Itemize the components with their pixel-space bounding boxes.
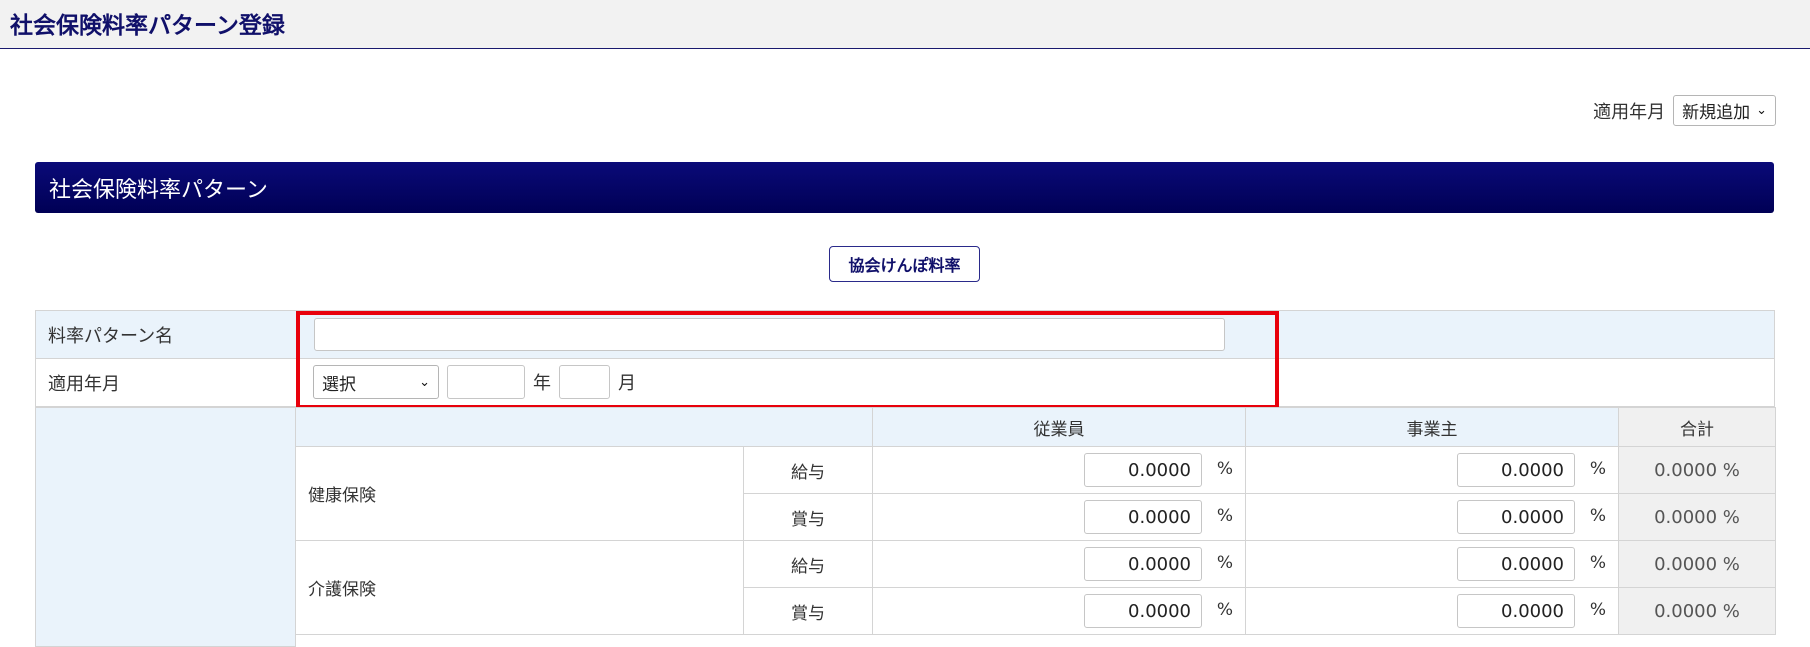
table-row: 介護保険 給与 0.0000 % 0.0000 % 0.0000 % <box>295 540 1776 635</box>
header-employer: 事業主 <box>1245 407 1619 447</box>
employer-rate-cell: 0.0000 % <box>1245 446 1619 494</box>
pattern-name-label: 料率パターン名 <box>48 325 174 347</box>
page-title: 社会保険料率パターン登録 <box>10 13 285 39</box>
total-rate: 0.0000 % <box>1618 493 1776 541</box>
employee-rate-cell: 0.0000 % <box>872 587 1246 635</box>
employee-rate-input[interactable]: 0.0000 <box>1084 453 1202 487</box>
header-total: 合計 <box>1618 407 1776 447</box>
rate-table: 従業員 事業主 合計 健康保険 給与 0.0000 % 0.0000 % 0.0… <box>295 407 1776 635</box>
employee-rate-input[interactable]: 0.0000 <box>1084 547 1202 581</box>
employee-rate-cell: 0.0000 % <box>872 493 1246 541</box>
rate-kind: 賞与 <box>743 493 873 541</box>
apply-month-dropdown-value: 新規追加 <box>1682 103 1751 123</box>
rate-kind: 給与 <box>743 540 873 588</box>
month-unit-label: 月 <box>618 373 636 394</box>
apply-month-selector-label: 適用年月 <box>1593 101 1666 123</box>
rate-kind: 給与 <box>743 446 873 494</box>
percent-sign: % <box>1589 553 1606 573</box>
pattern-name-row: 料率パターン名 <box>35 310 1775 359</box>
rate-table-area: 従業員 事業主 合計 健康保険 給与 0.0000 % 0.0000 % 0.0… <box>35 407 1776 647</box>
total-rate: 0.0000 % <box>1618 540 1776 588</box>
title-bar: 社会保険料率パターン登録 <box>0 0 1810 49</box>
employee-rate-input[interactable]: 0.0000 <box>1084 594 1202 628</box>
percent-sign: % <box>1216 600 1233 620</box>
section-header: 社会保険料率パターン <box>35 162 1774 213</box>
employer-rate-cell: 0.0000 % <box>1245 493 1619 541</box>
total-rate: 0.0000 % <box>1618 446 1776 494</box>
employer-rate-cell: 0.0000 % <box>1245 587 1619 635</box>
employee-rate-cell: 0.0000 % <box>872 446 1246 494</box>
insurance-name: 健康保険 <box>295 446 744 541</box>
employee-rate-cell: 0.0000 % <box>872 540 1246 588</box>
apply-month-dropdown[interactable]: 新規追加 ⌄ <box>1673 95 1776 126</box>
year-input[interactable] <box>447 365 525 399</box>
total-rate: 0.0000 % <box>1618 587 1776 635</box>
employer-rate-input[interactable]: 0.0000 <box>1457 547 1575 581</box>
era-select-value: 選択 <box>322 374 356 395</box>
rate-kind: 賞与 <box>743 587 873 635</box>
chevron-down-icon: ⌄ <box>419 374 430 390</box>
table-row: 健康保険 給与 0.0000 % 0.0000 % 0.0000 % <box>295 446 1776 541</box>
apply-month-row: 適用年月 選択 ⌄ 年 月 <box>35 358 1775 407</box>
employer-rate-input[interactable]: 0.0000 <box>1457 453 1575 487</box>
insurance-name: 介護保険 <box>295 540 744 635</box>
header-employee: 従業員 <box>872 407 1246 447</box>
percent-sign: % <box>1589 600 1606 620</box>
percent-sign: % <box>1216 459 1233 479</box>
percent-sign: % <box>1216 553 1233 573</box>
rate-table-label-cell <box>35 407 296 647</box>
employer-rate-cell: 0.0000 % <box>1245 540 1619 588</box>
employer-rate-input[interactable]: 0.0000 <box>1457 594 1575 628</box>
chevron-down-icon: ⌄ <box>1756 103 1767 118</box>
percent-sign: % <box>1589 506 1606 526</box>
pattern-name-input[interactable] <box>314 318 1225 351</box>
percent-sign: % <box>1216 506 1233 526</box>
section-title: 社会保険料率パターン <box>49 177 268 203</box>
apply-month-inputs: 選択 ⌄ 年 月 <box>313 365 636 399</box>
year-unit-label: 年 <box>533 373 551 394</box>
rate-table-header: 従業員 事業主 合計 <box>295 407 1776 447</box>
apply-month-selector: 適用年月 新規追加 ⌄ <box>1593 95 1776 126</box>
era-select[interactable]: 選択 ⌄ <box>313 365 439 399</box>
kyokai-kenpo-rate-button[interactable]: 協会けんぽ料率 <box>829 246 980 282</box>
apply-month-label: 適用年月 <box>48 373 120 395</box>
percent-sign: % <box>1589 459 1606 479</box>
employer-rate-input[interactable]: 0.0000 <box>1457 500 1575 534</box>
header-blank <box>295 407 873 447</box>
employee-rate-input[interactable]: 0.0000 <box>1084 500 1202 534</box>
month-input[interactable] <box>559 365 610 399</box>
